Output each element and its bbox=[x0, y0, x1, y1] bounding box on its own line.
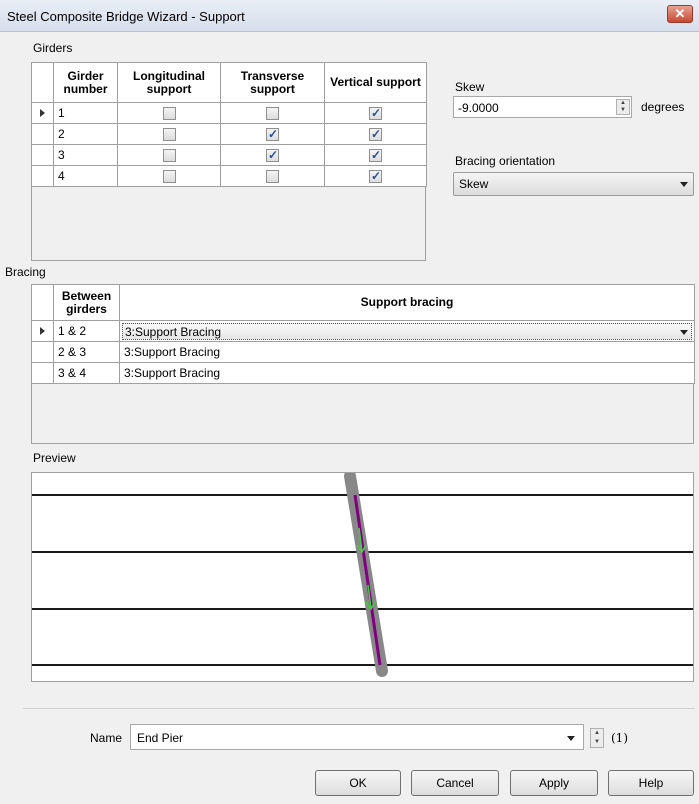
spin-up-icon[interactable]: ▲ bbox=[617, 100, 629, 107]
bracing-table: Between girders Support bracing 1 & 2 3:… bbox=[31, 284, 695, 384]
bracing-label: Bracing bbox=[5, 265, 46, 279]
bracing-orientation-label: Bracing orientation bbox=[455, 154, 556, 168]
bracing-line bbox=[353, 494, 382, 666]
table-row[interactable]: 3 bbox=[31, 144, 427, 166]
name-counter: (1) bbox=[611, 731, 628, 745]
table-row[interactable]: 3 & 4 3:Support Bracing bbox=[31, 362, 695, 384]
col-girder-number: Girder number bbox=[53, 62, 118, 103]
longitudinal-checkbox[interactable] bbox=[162, 107, 176, 121]
vertical-checkbox[interactable] bbox=[369, 148, 382, 163]
skew-spinner[interactable]: ▲ ▼ bbox=[616, 99, 630, 115]
spin-up-icon[interactable]: ▲ bbox=[591, 729, 603, 738]
current-row-icon bbox=[40, 109, 45, 117]
vertical-checkbox[interactable] bbox=[369, 127, 382, 142]
help-button[interactable]: Help bbox=[608, 770, 694, 796]
girder-number-cell[interactable]: 1 bbox=[53, 102, 118, 124]
close-icon[interactable]: ✕ bbox=[667, 5, 693, 23]
row-selector[interactable] bbox=[31, 102, 54, 124]
skew-label: Skew bbox=[455, 80, 485, 94]
row-selector[interactable] bbox=[31, 341, 54, 363]
transverse-checkbox[interactable] bbox=[266, 127, 279, 142]
ok-button[interactable]: OK bbox=[315, 770, 401, 796]
name-spinner[interactable]: ▲ ▼ bbox=[590, 728, 604, 748]
chevron-down-icon[interactable] bbox=[680, 182, 688, 187]
window-title: Steel Composite Bridge Wizard - Support bbox=[7, 9, 245, 24]
row-selector[interactable] bbox=[31, 165, 54, 187]
support-bracing-select[interactable]: 3:Support Bracing bbox=[119, 320, 695, 342]
col-vertical-support: Vertical support bbox=[324, 62, 427, 103]
girder-number-cell[interactable]: 3 bbox=[53, 144, 118, 166]
table-row[interactable]: 1 & 2 3:Support Bracing bbox=[31, 320, 695, 342]
col-between-girders: Between girders bbox=[53, 284, 120, 321]
row-selector[interactable] bbox=[31, 320, 54, 342]
skew-value: -9.0000 bbox=[458, 101, 499, 115]
preview-canvas bbox=[31, 470, 694, 682]
girders-label: Girders bbox=[33, 41, 73, 55]
table-row[interactable]: 2 & 3 3:Support Bracing bbox=[31, 341, 695, 363]
between-girders-cell[interactable]: 3 & 4 bbox=[53, 362, 120, 384]
support-bracing-value: 3:Support Bracing bbox=[125, 324, 222, 339]
bracing-orientation-value: Skew bbox=[459, 177, 489, 191]
col-transverse-support: Transverse support bbox=[220, 62, 325, 103]
support-bracing-cell[interactable]: 3:Support Bracing bbox=[119, 362, 695, 384]
spin-down-icon[interactable]: ▼ bbox=[617, 107, 629, 114]
vertical-checkbox[interactable] bbox=[369, 169, 382, 184]
chevron-down-icon[interactable] bbox=[567, 736, 575, 741]
girders-table: Girder number Longitudinal support Trans… bbox=[31, 62, 427, 187]
row-selector[interactable] bbox=[31, 144, 54, 166]
preview-label: Preview bbox=[33, 451, 76, 465]
row-selector[interactable] bbox=[31, 362, 54, 384]
longitudinal-checkbox[interactable] bbox=[162, 149, 176, 163]
bracing-orientation-select[interactable]: Skew bbox=[453, 172, 694, 196]
col-longitudinal-support: Longitudinal support bbox=[117, 62, 221, 103]
vertical-checkbox[interactable] bbox=[369, 106, 382, 121]
longitudinal-checkbox[interactable] bbox=[162, 128, 176, 142]
table-row[interactable]: 1 bbox=[31, 102, 427, 124]
row-header-corner bbox=[31, 284, 54, 321]
name-label: Name bbox=[90, 731, 123, 745]
current-row-icon bbox=[40, 327, 45, 335]
support-bracing-cell[interactable]: 3:Support Bracing bbox=[119, 341, 695, 363]
table-row[interactable]: 2 bbox=[31, 123, 427, 145]
preview-drawing bbox=[32, 470, 693, 677]
transverse-checkbox[interactable] bbox=[266, 148, 279, 163]
name-select[interactable]: End Pier bbox=[130, 724, 584, 750]
apply-button[interactable]: Apply bbox=[510, 770, 598, 796]
girder-number-cell[interactable]: 4 bbox=[53, 165, 118, 187]
transverse-checkbox[interactable] bbox=[266, 170, 279, 184]
skew-unit: degrees bbox=[641, 100, 685, 114]
name-value: End Pier bbox=[137, 731, 184, 745]
col-support-bracing: Support bracing bbox=[119, 284, 695, 321]
title-bar: Steel Composite Bridge Wizard - Support … bbox=[0, 0, 699, 32]
cancel-button[interactable]: Cancel bbox=[411, 770, 499, 796]
between-girders-cell[interactable]: 2 & 3 bbox=[53, 341, 120, 363]
row-header-corner bbox=[31, 62, 54, 103]
skew-input[interactable]: -9.0000 ▲ ▼ bbox=[453, 96, 632, 118]
girder-number-cell[interactable]: 2 bbox=[53, 123, 118, 145]
between-girders-cell[interactable]: 1 & 2 bbox=[53, 320, 120, 342]
spin-down-icon[interactable]: ▼ bbox=[591, 738, 603, 747]
transverse-checkbox[interactable] bbox=[266, 107, 279, 121]
chevron-down-icon[interactable] bbox=[680, 329, 688, 335]
table-row[interactable]: 4 bbox=[31, 165, 427, 187]
longitudinal-checkbox[interactable] bbox=[162, 170, 176, 184]
row-selector[interactable] bbox=[31, 123, 54, 145]
